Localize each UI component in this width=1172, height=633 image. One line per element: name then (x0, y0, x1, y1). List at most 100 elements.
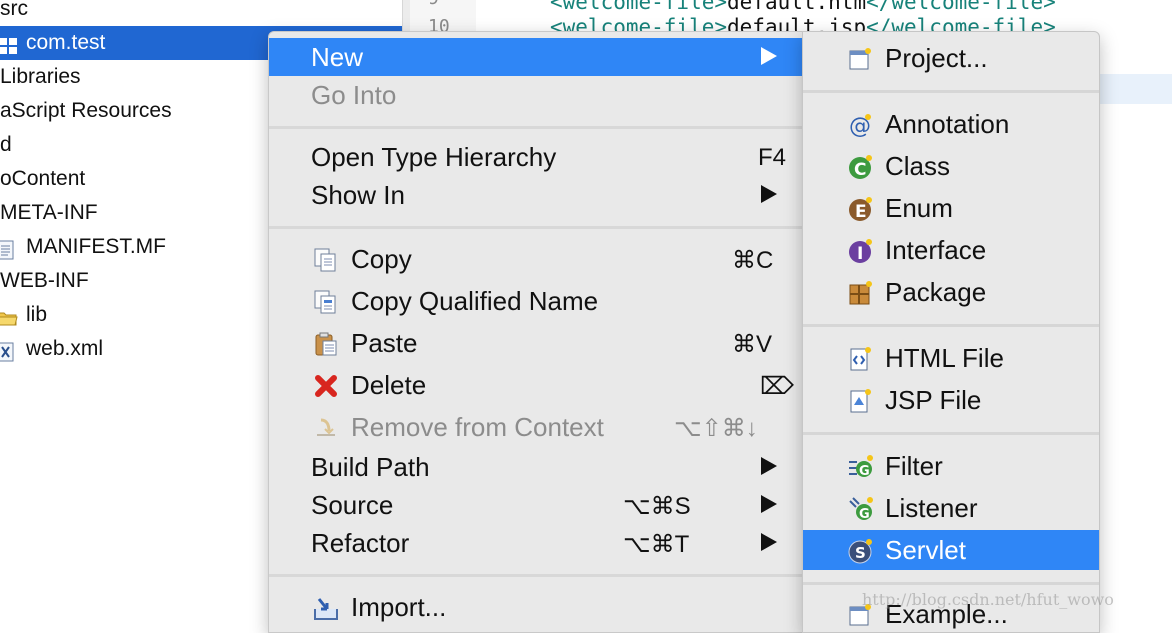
menu-item-copy[interactable]: Copy ⌘C (269, 240, 803, 278)
menu-item-label: New (311, 42, 364, 72)
xml-text: default.htm (727, 0, 867, 14)
xml-close-tag: </welcome-file> (866, 0, 1056, 14)
menu-separator (803, 582, 1099, 585)
context-menu: New Go Into Open Type Hierarchy F4 Show … (268, 31, 804, 633)
html-file-icon (847, 345, 875, 373)
listener-icon: G (847, 495, 875, 523)
menu-item-label: Paste (351, 328, 418, 358)
text-file-icon (0, 237, 16, 260)
submenu-item-jsp-file[interactable]: JSP File (803, 380, 1099, 420)
tree-item-label: src (0, 0, 28, 20)
submenu-item-label: Annotation (885, 109, 1010, 139)
menu-item-delete[interactable]: Delete ⌦ (269, 366, 803, 404)
watermark: http://blog.csdn.net/hfut_wowo (862, 590, 1114, 609)
menu-item-go-into[interactable]: Go Into (269, 76, 803, 114)
svg-text:S: S (855, 544, 866, 562)
svg-text:G: G (859, 507, 870, 522)
menu-item-source[interactable]: Source ⌥⌘S (269, 486, 803, 524)
menu-separator (803, 432, 1099, 435)
submenu-arrow-icon (761, 185, 777, 203)
remove-from-context-icon (313, 415, 339, 441)
submenu-item-label: Package (885, 277, 987, 307)
folder-icon (0, 305, 18, 326)
new-project-icon (847, 45, 875, 73)
menu-separator (803, 324, 1099, 327)
submenu-arrow-icon (761, 533, 777, 551)
submenu-item-project[interactable]: Project... (803, 38, 1099, 78)
menu-item-new[interactable]: New (269, 38, 803, 76)
jsp-file-icon (847, 387, 875, 415)
submenu-arrow-icon (761, 495, 777, 513)
shortcut-label: F4 (758, 144, 787, 171)
menu-item-build-path[interactable]: Build Path (269, 448, 803, 486)
line-number: 9 (428, 0, 439, 9)
menu-item-label: Copy (351, 244, 412, 274)
tree-item-label: Libraries (0, 65, 81, 88)
tree-item-label: oContent (0, 167, 86, 190)
submenu-item-label: Servlet (885, 535, 966, 565)
tree-item-label: web.xml (26, 337, 104, 360)
shortcut-label: ⌥⇧⌘↓ (674, 415, 758, 442)
submenu-item-annotation[interactable]: @ Annotation (803, 104, 1099, 144)
tree-item-src[interactable]: src (0, 0, 402, 26)
menu-item-paste[interactable]: Paste ⌘V (269, 324, 803, 362)
shortcut-label: ⌦ (760, 373, 794, 400)
svg-text:I: I (857, 244, 863, 264)
menu-item-remove-from-context[interactable]: Remove from Context ⌥⇧⌘↓ (269, 408, 803, 446)
submenu-item-class[interactable]: C Class (803, 146, 1099, 186)
package-icon (847, 279, 875, 307)
menu-item-label: Source (311, 490, 394, 520)
servlet-icon: S (847, 537, 875, 565)
menu-item-label: Import... (351, 592, 447, 622)
shortcut-label: ⌥⌘S (623, 493, 691, 520)
shortcut-label: ⌘V (732, 331, 773, 358)
package-icon (0, 33, 18, 54)
menu-separator (269, 126, 803, 129)
tree-item-label: META-INF (0, 201, 98, 224)
new-submenu: Project... @ Annotation C Class E Enum I… (802, 31, 1100, 633)
menu-item-import[interactable]: Import... (269, 588, 803, 626)
submenu-item-interface[interactable]: I Interface (803, 230, 1099, 270)
menu-item-label: Refactor (311, 528, 410, 558)
tree-item-label: aScript Resources (0, 99, 172, 122)
submenu-item-label: Class (885, 151, 951, 181)
filter-icon: G (847, 453, 875, 481)
menu-item-label: Copy Qualified Name (351, 286, 599, 316)
svg-text:E: E (855, 202, 867, 222)
menu-item-label: Go Into (311, 80, 397, 110)
submenu-item-label: JSP File (885, 385, 982, 415)
submenu-item-html-file[interactable]: HTML File (803, 338, 1099, 378)
menu-item-label: Show In (311, 180, 405, 210)
submenu-item-package[interactable]: Package (803, 272, 1099, 312)
tree-item-label: com.test (26, 31, 106, 54)
menu-item-label: Open Type Hierarchy (311, 142, 557, 172)
menu-separator (269, 574, 803, 577)
submenu-item-listener[interactable]: G Listener (803, 488, 1099, 528)
submenu-item-servlet[interactable]: S Servlet (803, 530, 1099, 570)
menu-item-open-type-hierarchy[interactable]: Open Type Hierarchy F4 (269, 138, 803, 176)
submenu-arrow-icon (761, 457, 777, 475)
tree-item-label: MANIFEST.MF (26, 235, 166, 258)
interface-icon: I (847, 237, 875, 265)
submenu-item-enum[interactable]: E Enum (803, 188, 1099, 228)
xml-file-icon (0, 339, 16, 362)
code-line[interactable]: <welcome-file>default.htm</welcome-file> (550, 0, 1056, 14)
menu-separator (269, 226, 803, 229)
menu-separator (803, 90, 1099, 93)
submenu-arrow-icon (761, 47, 777, 65)
submenu-item-label: Filter (885, 451, 943, 481)
submenu-item-label: Enum (885, 193, 953, 223)
class-icon: C (847, 153, 875, 181)
enum-icon: E (847, 195, 875, 223)
copy-icon (313, 247, 339, 273)
menu-item-refactor[interactable]: Refactor ⌥⌘T (269, 524, 803, 562)
tree-item-label: d (0, 133, 12, 156)
menu-item-show-in[interactable]: Show In (269, 176, 803, 214)
svg-text:G: G (859, 464, 870, 479)
menu-item-copy-qualified-name[interactable]: Copy Qualified Name (269, 282, 803, 320)
delete-icon (313, 373, 339, 399)
shortcut-label: ⌘C (732, 247, 774, 274)
submenu-item-label: HTML File (885, 343, 1004, 373)
tree-item-label: lib (26, 303, 48, 326)
submenu-item-filter[interactable]: G Filter (803, 446, 1099, 486)
